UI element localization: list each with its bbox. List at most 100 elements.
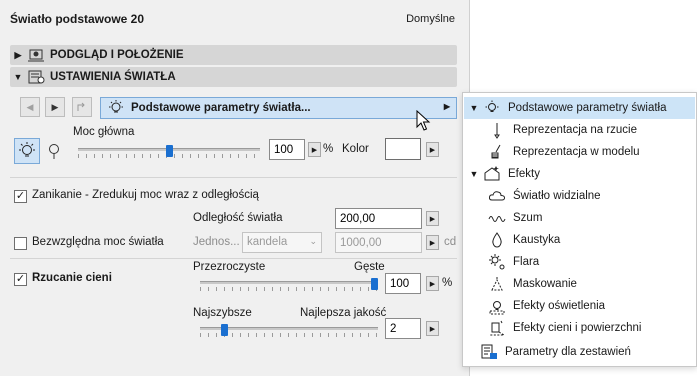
menu-item-visible-light[interactable]: Światło widzialne xyxy=(487,185,601,207)
parent-button[interactable] xyxy=(72,97,92,117)
menu-item-label: Światło widzialne xyxy=(513,190,601,202)
absolute-power-checkbox[interactable] xyxy=(14,237,27,250)
slider-thumb[interactable] xyxy=(221,324,228,336)
collapse-arrow-icon: ▼ xyxy=(13,72,23,82)
page-selector-dropdown[interactable]: Podstawowe parametry światła... ▶ xyxy=(100,97,457,119)
units-label: Jednos... xyxy=(193,236,240,248)
schedule-icon xyxy=(479,343,499,361)
units-value: kandela xyxy=(247,236,288,248)
menu-item-noise[interactable]: Szum xyxy=(487,207,542,229)
expand-arrow-icon: ▶ xyxy=(14,49,22,60)
divider xyxy=(10,177,457,178)
percent-label: % xyxy=(442,277,453,289)
menu-item-label: Podstawowe parametry światła xyxy=(508,102,667,114)
menu-item-label: Reprezentacja na rzucie xyxy=(513,124,638,136)
flare-icon xyxy=(487,253,507,271)
main-power-label: Moc główna xyxy=(73,126,135,138)
menu-item-model-representation[interactable]: Reprezentacja w modelu xyxy=(487,141,640,163)
cloud-icon xyxy=(487,187,507,205)
menu-item-label: Reprezentacja w modelu xyxy=(513,146,640,158)
shadow-surface-icon xyxy=(487,319,507,337)
preview-position-icon xyxy=(28,49,44,62)
distance-input[interactable] xyxy=(335,208,422,229)
light-off-toggle[interactable] xyxy=(44,140,64,162)
shadow-density-input[interactable] xyxy=(385,273,421,294)
dropdown-arrow-icon: ▶ xyxy=(443,102,450,111)
dense-label: Gęste xyxy=(354,261,385,273)
menu-item-schedule-parameters[interactable]: Parametry dla zestawień xyxy=(479,341,631,363)
menu-item-masking[interactable]: Maskowanie xyxy=(487,273,577,295)
menu-item-label: Flara xyxy=(513,256,540,268)
mask-icon xyxy=(487,275,507,293)
bulb-on-icon xyxy=(19,142,35,157)
default-label[interactable]: Domyślne xyxy=(406,13,455,25)
wave-icon xyxy=(487,209,507,227)
percent-label: % xyxy=(323,143,334,155)
collapse-arrow-icon: ▼ xyxy=(469,103,479,113)
distance-label: Odległość światła xyxy=(193,212,283,224)
absolute-power-spinner[interactable]: ▶ xyxy=(426,235,439,250)
menu-item-shadow-surface-effects[interactable]: Efekty cieni i powierzchni xyxy=(487,317,641,339)
distance-spinner[interactable]: ▶ xyxy=(426,211,439,226)
shadow-quality-slider[interactable] xyxy=(200,324,378,337)
effects-icon xyxy=(482,165,502,183)
shadow-density-slider[interactable] xyxy=(200,278,378,291)
absolute-unit-label: cd xyxy=(444,236,457,248)
falloff-label: Zanikanie - Zredukuj moc wraz z odległoś… xyxy=(32,189,259,201)
shadows-label: Rzucanie cieni xyxy=(32,272,112,284)
absolute-power-label: Bezwzględna moc światła xyxy=(32,236,164,248)
dropdown-label: Podstawowe parametry światła... xyxy=(131,102,311,114)
menu-item-label: Efekty oświetlenia xyxy=(513,300,606,312)
color-label: Kolor xyxy=(342,143,369,155)
shadow-quality-input[interactable] xyxy=(385,318,421,339)
light-on-toggle[interactable] xyxy=(14,138,40,164)
section-light-settings[interactable]: ▼ USTAWIENIA ŚWIATŁA xyxy=(10,67,457,87)
menu-item-caustics[interactable]: Kaustyka xyxy=(487,229,560,251)
bulb-off-icon xyxy=(49,144,59,159)
menu-item-label: Parametry dla zestawień xyxy=(505,346,631,358)
menu-item-flare[interactable]: Flara xyxy=(487,251,539,273)
absolute-power-input[interactable] xyxy=(335,232,422,253)
section-label: PODGLĄD I POŁOŻENIE xyxy=(50,49,184,61)
next-button[interactable]: ▶ xyxy=(45,97,65,117)
color-swatch[interactable] xyxy=(385,138,421,160)
menu-item-basic-parameters[interactable]: ▼ Podstawowe parametry światła xyxy=(464,97,695,119)
main-power-input[interactable] xyxy=(269,139,305,160)
shadow-density-spinner[interactable]: ▶ xyxy=(426,276,439,291)
pen-icon xyxy=(487,121,507,139)
chevron-down-icon: ⌄ xyxy=(309,236,317,246)
best-quality-label: Najlepsza jakość xyxy=(300,307,387,319)
slider-thumb[interactable] xyxy=(166,145,173,157)
panel-title: Światło podstawowe 20 xyxy=(10,12,145,26)
parent-icon xyxy=(77,102,85,111)
color-spinner[interactable]: ▶ xyxy=(426,142,439,157)
slider-thumb[interactable] xyxy=(371,278,378,290)
prev-button[interactable]: ◀ xyxy=(20,97,40,117)
section-preview-position[interactable]: ▶ PODGLĄD I POŁOŻENIE xyxy=(10,45,457,65)
menu-item-label: Szum xyxy=(513,212,543,224)
main-power-slider[interactable] xyxy=(78,145,260,158)
mouse-cursor-icon xyxy=(416,110,431,131)
menu-item-label: Efekty xyxy=(508,168,540,180)
section-label: USTAWIENIA ŚWIATŁA xyxy=(50,71,176,83)
drop-icon xyxy=(487,231,507,249)
brush-icon xyxy=(487,143,507,161)
bulb-icon xyxy=(482,99,502,117)
units-select[interactable]: kandela ⌄ xyxy=(242,232,322,253)
settings-panel: Światło podstawowe 20 Domyślne ▶ PODGLĄD… xyxy=(0,0,470,376)
divider xyxy=(10,258,457,259)
menu-item-label: Kaustyka xyxy=(513,234,561,246)
falloff-checkbox[interactable]: ✓ xyxy=(14,190,27,203)
menu-item-plan-representation[interactable]: Reprezentacja na rzucie xyxy=(487,119,637,141)
transparent-label: Przezroczyste xyxy=(193,261,266,273)
menu-item-effects[interactable]: ▼ Efekty xyxy=(464,163,540,185)
fastest-label: Najszybsze xyxy=(193,307,252,319)
light-settings-icon xyxy=(28,70,45,84)
menu-item-lighting-effects[interactable]: Efekty oświetlenia xyxy=(487,295,605,317)
shadows-checkbox[interactable]: ✓ xyxy=(14,273,27,286)
bulb-icon xyxy=(109,100,123,113)
menu-item-label: Efekty cieni i powierzchni xyxy=(513,322,642,334)
main-power-spinner[interactable]: ▶ xyxy=(308,142,321,157)
page-selector-menu: ▼ Podstawowe parametry światła Reprezent… xyxy=(462,92,697,367)
shadow-quality-spinner[interactable]: ▶ xyxy=(426,321,439,336)
